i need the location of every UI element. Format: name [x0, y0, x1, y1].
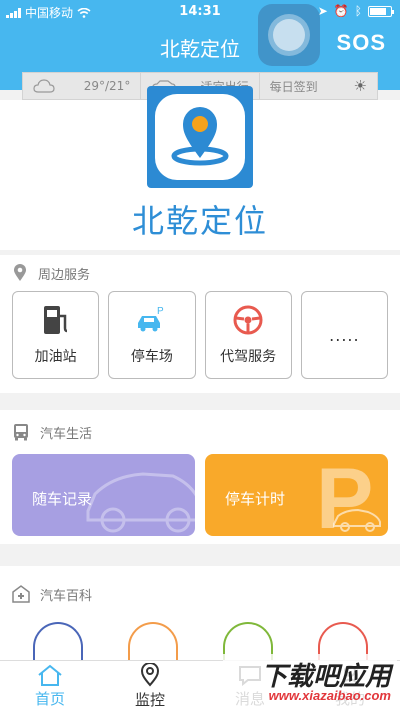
assistive-touch-button[interactable] — [258, 4, 320, 66]
service-label: 加油站 — [34, 349, 77, 365]
card-label: 停车计时 — [225, 490, 286, 508]
gas-station-button[interactable]: 加油站 — [12, 291, 100, 379]
steering-wheel-icon — [233, 305, 263, 335]
tab-label: 监控 — [134, 690, 165, 709]
sun-icon: ☀ — [353, 77, 367, 95]
weather-temp: 29°/21° — [83, 79, 131, 93]
alarm-icon: ⏰ — [333, 4, 349, 18]
car-encyclopedia-section: 汽车百科 — [0, 566, 400, 662]
brand-name: 北乾定位 — [131, 202, 268, 240]
car-life-section: 汽车生活 随车记录 P 停车计时 — [0, 410, 400, 544]
tab-label: 首页 — [34, 689, 65, 708]
encyclopedia-item[interactable] — [127, 622, 178, 662]
location-icon — [140, 662, 160, 687]
bluetooth-icon: ᛒ — [354, 4, 362, 18]
tab-monitor[interactable]: 监控 — [100, 661, 200, 711]
card-label: 随车记录 — [32, 490, 93, 508]
small-car-icon — [333, 508, 381, 532]
map-pin-icon — [14, 264, 26, 281]
fuel-pump-icon — [43, 306, 67, 334]
service-label: 代驾服务 — [220, 349, 277, 365]
parking-car-icon: P — [137, 306, 164, 332]
service-label: 停车场 — [130, 349, 173, 365]
battery-icon — [368, 5, 394, 17]
location-pin-icon — [171, 107, 229, 166]
car-silhouette-icon — [86, 472, 195, 533]
bus-icon — [14, 424, 28, 441]
checkin-cell[interactable]: 每日签到 ☀ — [260, 73, 377, 99]
service-label: ..... — [329, 325, 360, 345]
more-services-button[interactable]: ..... — [300, 291, 388, 379]
car-life-title: 汽车生活 — [40, 426, 93, 442]
app-logo — [147, 86, 253, 188]
nearby-services-section: 周边服务 加油站 P 停车场 代驾服务 ..... — [0, 255, 400, 393]
status-bar: 中国移动 14:31 ➤ ⏰ ᛒ — [0, 0, 400, 22]
parking-timer-card[interactable]: P 停车计时 — [205, 454, 388, 536]
designated-driver-button[interactable]: 代驾服务 — [204, 291, 292, 379]
encyclopedia-item[interactable] — [32, 622, 83, 662]
sos-button[interactable]: SOS — [337, 30, 386, 56]
encyclopedia-title: 汽车百科 — [40, 588, 93, 604]
weather-cell[interactable]: 29°/21° — [23, 73, 142, 99]
first-aid-icon — [12, 585, 30, 603]
nearby-title: 周边服务 — [38, 267, 91, 283]
home-icon — [38, 664, 62, 686]
checkin-label: 每日签到 — [269, 79, 318, 94]
svg-text:P: P — [157, 306, 164, 317]
cloud-icon — [33, 79, 55, 93]
watermark-url: www.xiazaibao.com — [268, 688, 391, 703]
watermark: 下载吧应用 www.xiazaibao.com — [223, 654, 397, 706]
car-records-card[interactable]: 随车记录 — [12, 454, 195, 536]
parking-button[interactable]: P 停车场 — [108, 291, 196, 379]
tab-home[interactable]: 首页 — [0, 661, 100, 711]
